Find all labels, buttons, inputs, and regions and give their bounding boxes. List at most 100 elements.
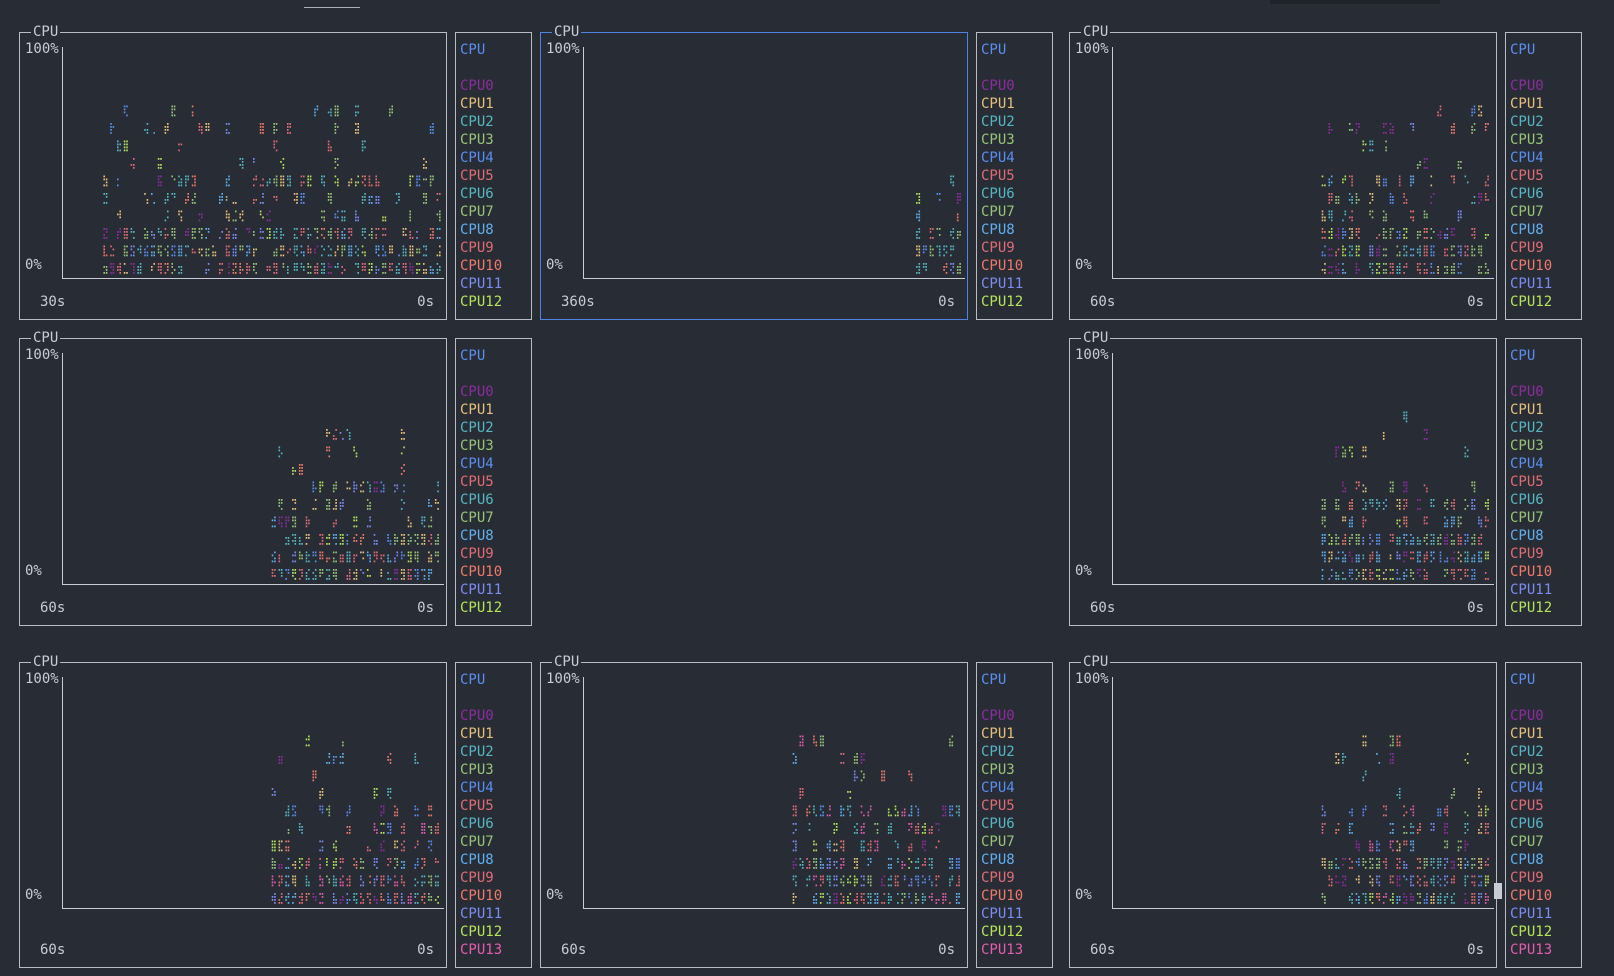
legend-item-cpu10: CPU10 [981, 258, 1024, 274]
trace-dot [1351, 823, 1353, 825]
trace-dot [1321, 540, 1324, 542]
trace-dot [1344, 519, 1347, 522]
legend-item-cpu6: CPU6 [981, 186, 1015, 202]
cpu-chart[interactable]: CPU 100% 0% 360s 0s [540, 23, 968, 320]
trace-dot [1457, 534, 1460, 536]
trace-dot [897, 843, 899, 846]
trace-dot [1376, 502, 1378, 504]
trace-dot [949, 811, 951, 814]
trace-dot [319, 864, 321, 866]
trace-dot [829, 899, 831, 901]
trace-dot [1344, 557, 1347, 560]
cpu-chart[interactable]: CPU 100% 0% 60s 0s [540, 653, 968, 968]
trace-dot [339, 858, 342, 860]
cpu-chart[interactable]: CPU 100% 0% 60s 0s [19, 329, 447, 626]
trace-dot [201, 237, 203, 239]
trace-dot [287, 858, 290, 860]
trace-dot [1466, 823, 1469, 825]
trace-dot [1430, 534, 1433, 536]
trace-dot [1355, 861, 1358, 863]
cpu-chart[interactable]: CPU 100% 0% 60s 0s [1069, 23, 1497, 320]
trace-dot [376, 481, 378, 484]
trace-dot [1378, 843, 1381, 846]
trace-dot [894, 884, 897, 887]
trace-dot [387, 832, 389, 834]
trace-dot [375, 178, 377, 181]
trace-dot [847, 808, 849, 811]
trace-dot [1335, 196, 1337, 198]
trace-dot [1426, 167, 1428, 169]
trace-dot [241, 164, 244, 166]
trace-dot [1378, 543, 1381, 545]
trace-dot [394, 484, 396, 487]
trace-dot [1471, 557, 1473, 560]
trace-dot [201, 129, 203, 131]
trace-dot [826, 864, 829, 866]
trace-dot [931, 884, 933, 887]
trace-dot [1389, 881, 1392, 884]
trace-dot [840, 902, 842, 904]
trace-dot [396, 840, 399, 843]
trace-dot [123, 105, 126, 108]
trace-dot [300, 175, 303, 178]
trace-dot [1398, 537, 1401, 539]
trace-dot [278, 843, 281, 846]
trace-dot [1464, 849, 1467, 852]
trace-dot [1369, 861, 1371, 863]
trace-dot [173, 193, 176, 195]
trace-dot [1432, 499, 1435, 501]
trace-dot [1335, 508, 1337, 510]
trace-dot [373, 543, 376, 545]
trace-dot [273, 237, 275, 239]
legend-item-cpu1: CPU1 [981, 726, 1015, 742]
trace-dot [1330, 557, 1333, 560]
trace-dot [355, 455, 358, 458]
trace-dot [180, 248, 183, 251]
trace-dot [400, 578, 403, 580]
trace-dot [894, 840, 897, 843]
trace-dot [1382, 435, 1385, 437]
trace-dot [396, 846, 399, 849]
trace-dot [942, 899, 944, 901]
trace-dot [294, 499, 297, 501]
cpu-chart[interactable]: CPU 100% 0% 30s 0s [19, 23, 447, 320]
trace-dot [1362, 522, 1365, 525]
trace-dot [867, 858, 870, 860]
trace-dot [396, 811, 399, 814]
trace-dot [1389, 129, 1392, 131]
legend-header: CPU [1510, 672, 1536, 688]
trace-dot [910, 811, 913, 814]
trace-dot [1321, 543, 1324, 545]
trace-dot [1351, 867, 1353, 869]
trace-dot [1342, 446, 1344, 449]
trace-dot [958, 814, 960, 817]
trace-dot [1378, 184, 1381, 187]
trace-dot [335, 858, 337, 860]
cpu-chart[interactable]: CPU 100% 0% 60s 0s [19, 653, 447, 968]
trace-dot [867, 811, 870, 814]
cpu-chart[interactable]: CPU 100% 0% 60s 0s [1069, 329, 1497, 626]
trace-dot [1478, 896, 1480, 898]
trace-dot [346, 575, 349, 577]
trace-dot [1396, 505, 1399, 507]
legend-item-cpu4: CPU4 [981, 150, 1015, 166]
trace-dot [112, 266, 115, 268]
trace-dot [307, 263, 309, 265]
trace-dot [353, 578, 355, 580]
trace-dot [434, 829, 437, 831]
trace-dot [840, 878, 842, 881]
trace-dot [833, 861, 836, 863]
trace-dot [901, 814, 904, 817]
trace-dot [1369, 867, 1371, 869]
trace-dot [423, 202, 425, 204]
trace-dot [1335, 199, 1337, 201]
cpu-chart[interactable]: CPU 100% 0% 60s 0s [1069, 653, 1502, 968]
trace-dot [219, 199, 221, 201]
trace-dot [1446, 840, 1449, 843]
trace-dot [373, 560, 376, 563]
trace-dot [1385, 213, 1387, 216]
trace-dot [1464, 455, 1467, 458]
trace-dot [362, 557, 365, 560]
trace-dot [808, 829, 811, 831]
trace-dot [1396, 254, 1399, 257]
